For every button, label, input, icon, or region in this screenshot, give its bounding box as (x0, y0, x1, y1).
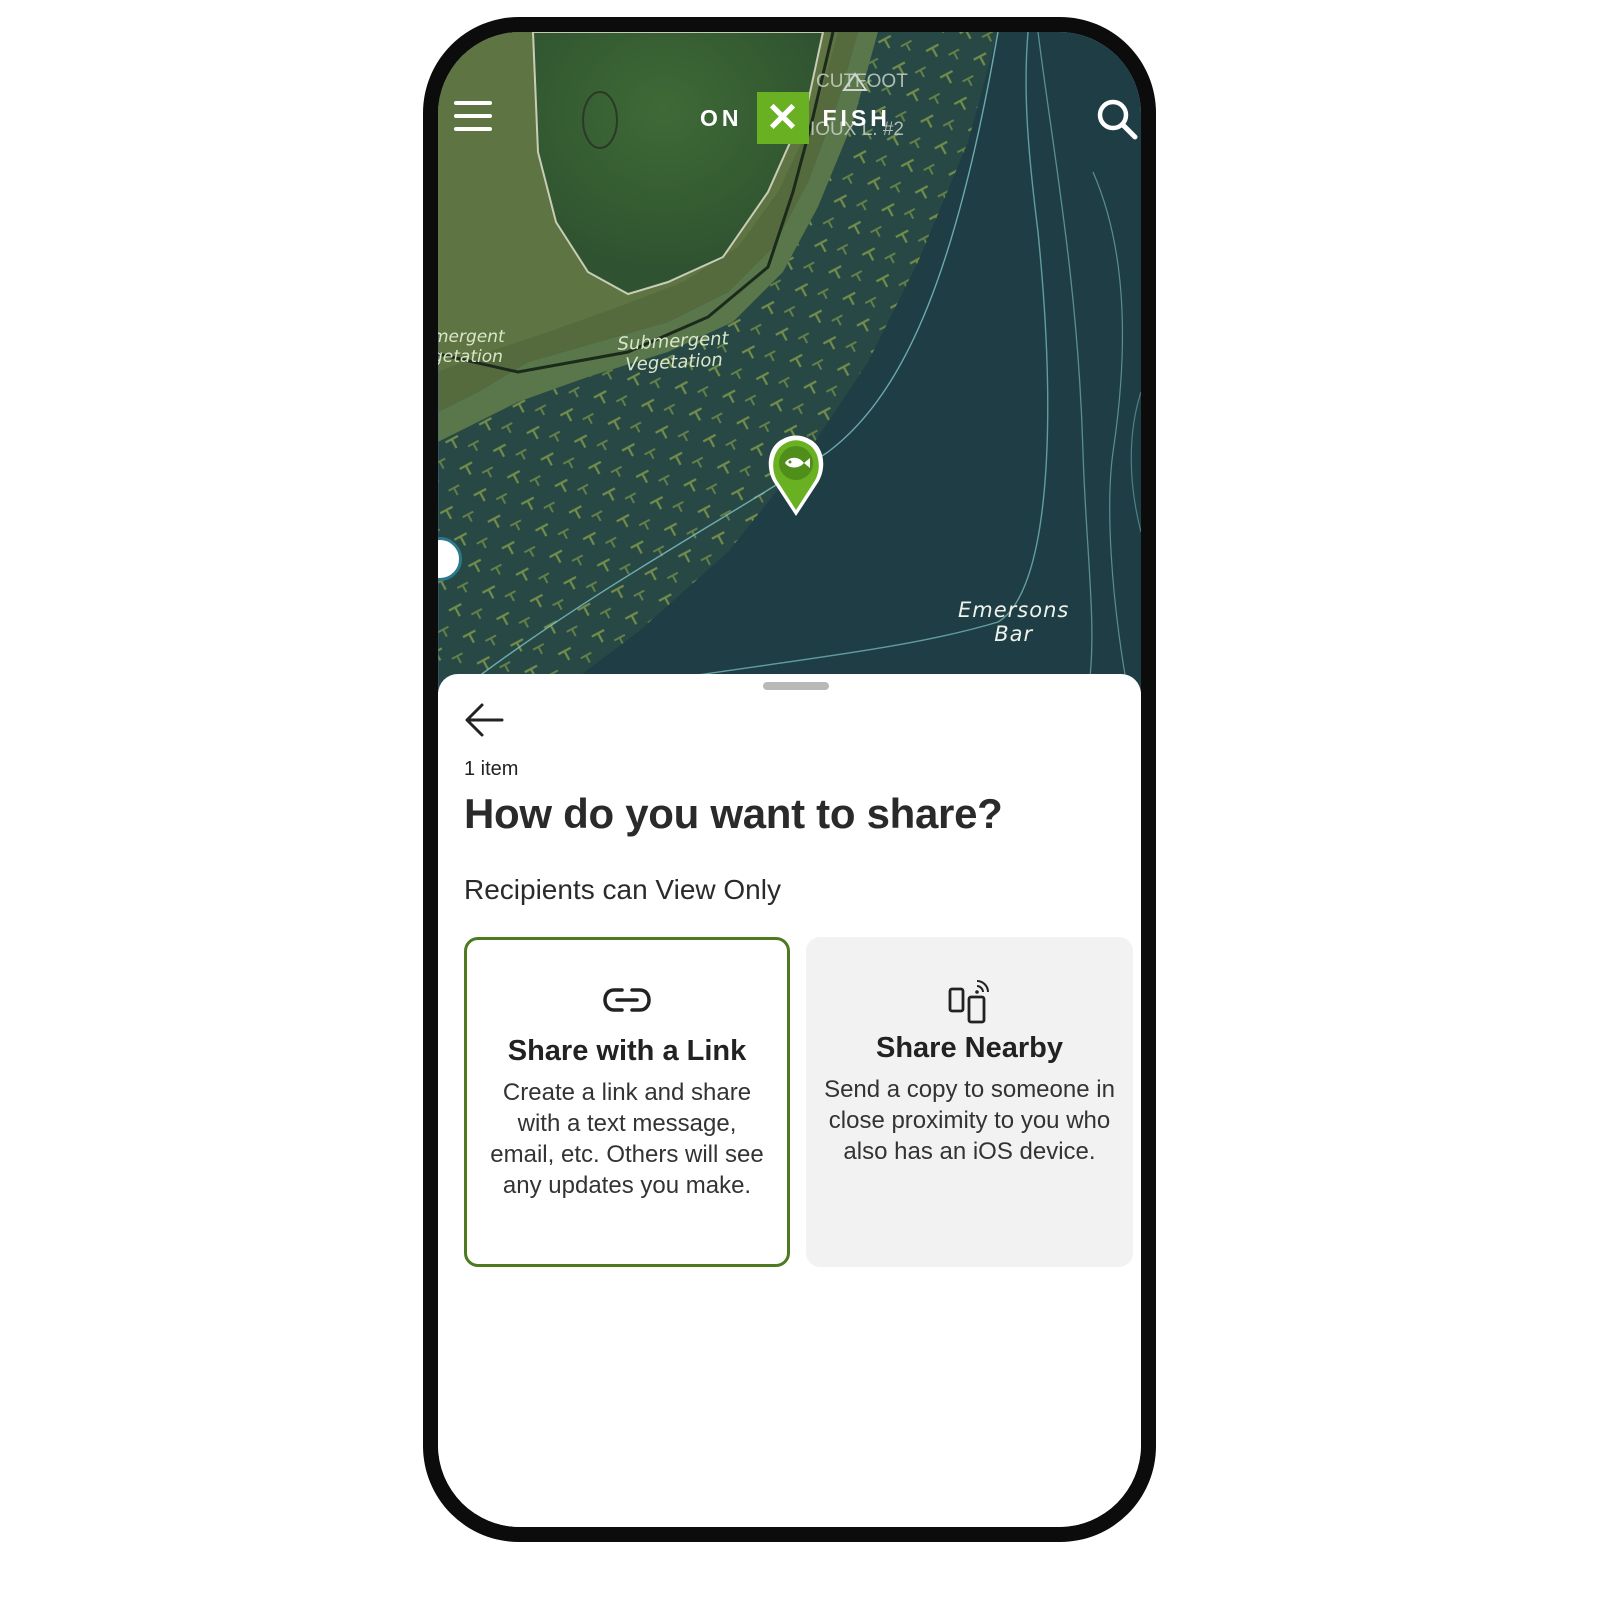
map-label-bar-line2: Bar (994, 622, 1034, 647)
link-icon (603, 988, 651, 1012)
hamburger-menu-icon[interactable] (454, 98, 492, 134)
top-bar: ON ✕ FISH (438, 32, 1141, 182)
item-count: 1 item (464, 758, 519, 780)
phone-screen: CUTFOOT IOUX L. #2 mergent getation Subm… (438, 32, 1141, 1527)
map-view[interactable]: CUTFOOT IOUX L. #2 mergent getation Subm… (438, 32, 1141, 692)
page-title: How do you want to share? (464, 790, 1003, 837)
onx-fish-logo: ON ✕ FISH (700, 92, 891, 144)
map-label-submergent: Submergent Vegetation (617, 328, 730, 376)
share-link-title: Share with a Link (507, 1035, 747, 1067)
logo-text-fish: FISH (822, 104, 891, 131)
map-label-bar-line1: Emersons (958, 598, 1070, 622)
share-nearby-title: Share Nearby (876, 1032, 1063, 1064)
logo-x-mark: ✕ (756, 92, 809, 144)
map-label-emergent: mergent getation (438, 327, 505, 367)
share-nearby-devices-icon (948, 980, 989, 1024)
share-bottom-sheet: 1 item How do you want to share? Recipie… (438, 674, 1141, 1527)
map-label-emergent-line2: getation (438, 346, 503, 367)
share-nearby-description: Send a copy to someone in close proximit… (824, 1076, 1115, 1165)
sheet-drag-handle[interactable] (763, 682, 829, 690)
logo-text-on: ON (700, 104, 743, 131)
map-label-emersons-bar: Emersons Bar (958, 598, 1069, 646)
map-label-emergent-line1: mergent (438, 327, 505, 347)
phone-frame: CUTFOOT IOUX L. #2 mergent getation Subm… (423, 17, 1156, 1542)
fish-marker-icon[interactable] (763, 432, 829, 518)
share-nearby-option[interactable]: Share Nearby Send a copy to someone in c… (806, 937, 1133, 1267)
share-link-description: Create a link and share with a text mess… (490, 1079, 764, 1199)
search-icon[interactable] (1096, 98, 1138, 140)
arrow-left-icon[interactable] (462, 698, 506, 742)
permission-subtitle: Recipients can View Only (464, 874, 781, 905)
share-with-link-option[interactable]: Share with a Link Create a link and shar… (464, 937, 790, 1267)
